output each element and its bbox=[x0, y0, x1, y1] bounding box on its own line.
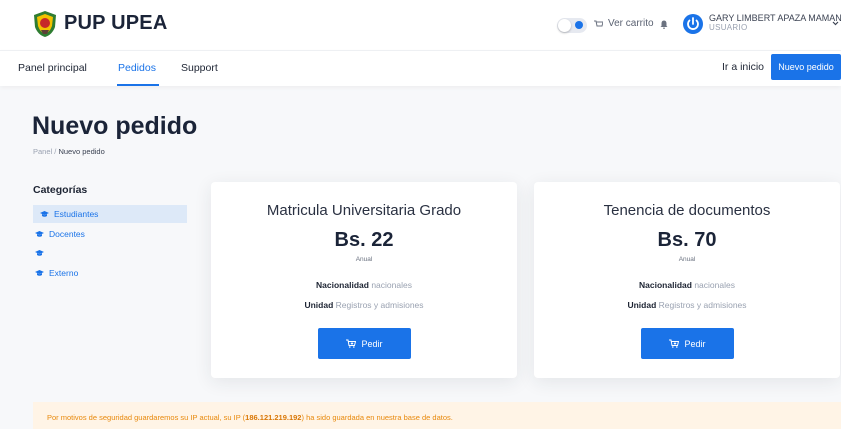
theme-toggle[interactable] bbox=[557, 18, 587, 33]
cart-link[interactable]: Ver carrito bbox=[594, 18, 654, 29]
user-name[interactable]: GARY LIMBERT APAZA MAMANI bbox=[709, 13, 841, 23]
product-title: Matricula Universitaria Grado bbox=[266, 202, 462, 219]
active-nav-indicator bbox=[117, 84, 159, 86]
order-button-label: Pedir bbox=[684, 338, 706, 349]
unit-label: Unidad bbox=[627, 300, 657, 310]
alert-text-after: ) ha sido guardada en nuestra base de da… bbox=[301, 413, 453, 422]
breadcrumb: Panel / Nuevo pedido bbox=[33, 147, 105, 156]
category-item-externo[interactable]: Externo bbox=[33, 264, 187, 282]
product-card: Tenencia de documentos Bs. 70 Anual Naci… bbox=[534, 182, 840, 378]
order-button[interactable]: Pedir bbox=[318, 328, 411, 359]
page-title: Nuevo pedido bbox=[32, 112, 198, 140]
alert-text-before: Por motivos de seguridad guardaremos su … bbox=[47, 413, 246, 422]
top-bar: PUP UPEA Ver carrito GARY LIMBERT APAZA … bbox=[0, 0, 841, 50]
unit-row: Unidad Registros y admisiones bbox=[534, 300, 840, 310]
nationality-row: Nacionalidad nacionales bbox=[211, 280, 517, 290]
breadcrumb-root[interactable]: Panel bbox=[33, 147, 52, 156]
category-label: Estudiantes bbox=[54, 209, 99, 219]
nav-item-panel-principal[interactable]: Panel principal bbox=[18, 62, 87, 74]
categories-title: Categorías bbox=[33, 184, 88, 196]
nationality-row: Nacionalidad nacionales bbox=[534, 280, 840, 290]
breadcrumb-current: Nuevo pedido bbox=[58, 147, 105, 156]
product-title: Tenencia de documentos bbox=[603, 202, 771, 219]
order-button-label: Pedir bbox=[361, 338, 383, 349]
user-role: USUARIO bbox=[709, 23, 748, 32]
cart-label: Ver carrito bbox=[608, 18, 654, 29]
nationality-value: nacionales bbox=[694, 280, 735, 290]
new-order-button[interactable]: Nuevo pedido bbox=[771, 54, 841, 80]
unit-value: Registros y admisiones bbox=[658, 300, 747, 310]
category-item-estudiantes[interactable]: Estudiantes bbox=[33, 205, 187, 223]
category-label: Externo bbox=[49, 268, 79, 278]
security-alert: Por motivos de seguridad guardaremos su … bbox=[33, 402, 841, 429]
category-label: Docentes bbox=[49, 229, 85, 239]
order-button[interactable]: Pedir bbox=[641, 328, 734, 359]
chevron-down-icon[interactable] bbox=[832, 20, 839, 27]
university-logo-icon[interactable] bbox=[32, 10, 58, 38]
nav-item-support[interactable]: Support bbox=[181, 62, 218, 74]
product-period: Anual bbox=[678, 256, 696, 263]
graduation-cap-icon bbox=[40, 210, 49, 217]
bell-icon[interactable] bbox=[660, 20, 668, 29]
cart-plus-icon bbox=[669, 339, 680, 348]
graduation-cap-icon bbox=[35, 230, 44, 237]
theme-toggle-knob bbox=[558, 19, 571, 32]
moon-icon bbox=[575, 21, 583, 29]
product-card: Matricula Universitaria Grado Bs. 22 Anu… bbox=[211, 182, 517, 378]
graduation-cap-icon bbox=[35, 249, 44, 256]
home-link[interactable]: Ir a inicio bbox=[722, 61, 764, 73]
unit-value: Registros y admisiones bbox=[335, 300, 424, 310]
category-item-unnamed[interactable] bbox=[33, 244, 187, 262]
breadcrumb-separator: / bbox=[54, 147, 57, 156]
main-nav: Panel principal Pedidos Support bbox=[0, 50, 841, 86]
product-price: Bs. 22 bbox=[334, 229, 394, 251]
cart-icon bbox=[594, 20, 603, 26]
product-period: Anual bbox=[355, 256, 373, 263]
category-item-docentes[interactable]: Docentes bbox=[33, 225, 187, 243]
alert-ip: 186.121.219.192 bbox=[245, 413, 302, 422]
brand-name[interactable]: PUP UPEA bbox=[64, 12, 168, 35]
nationality-label: Nacionalidad bbox=[639, 280, 692, 290]
unit-label: Unidad bbox=[304, 300, 334, 310]
power-icon[interactable] bbox=[683, 14, 703, 34]
nationality-label: Nacionalidad bbox=[316, 280, 369, 290]
product-price: Bs. 70 bbox=[657, 229, 717, 251]
cart-plus-icon bbox=[346, 339, 357, 348]
nav-item-pedidos[interactable]: Pedidos bbox=[118, 62, 156, 74]
nationality-value: nacionales bbox=[371, 280, 412, 290]
unit-row: Unidad Registros y admisiones bbox=[211, 300, 517, 310]
graduation-cap-icon bbox=[35, 269, 44, 276]
